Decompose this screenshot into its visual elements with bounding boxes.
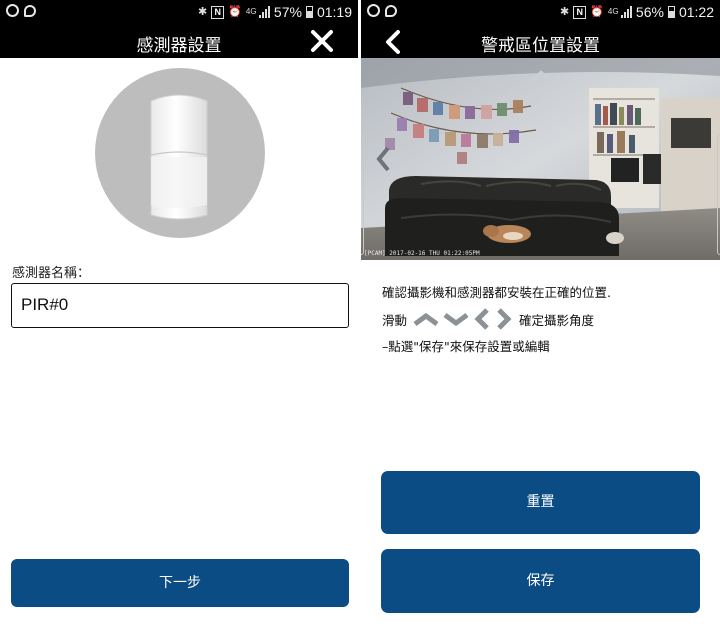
clock: 01:19 — [316, 4, 352, 20]
notification-app-icon — [367, 4, 380, 17]
battery-percent: 57% — [273, 4, 302, 20]
notification-chat-icon — [24, 4, 36, 17]
network-type: 4G — [245, 7, 257, 16]
chevron-left-icon — [474, 308, 489, 330]
instruction-line-1: 確認攝影機和感測器都安裝在正確的位置. — [382, 285, 611, 300]
battery-percent: 56% — [635, 4, 664, 20]
nfc-icon: N — [211, 5, 225, 19]
notification-app-icon — [6, 4, 19, 17]
left-edge-handle — [361, 135, 364, 255]
page-title: 警戒區位置設置 — [481, 36, 600, 56]
title-bar: 警戒區位置設置 — [361, 26, 720, 58]
alarm-icon: ⏰ — [590, 6, 604, 18]
instruction-line-2: 滑動 確定攝影角度 — [382, 308, 594, 330]
clock: 01:22 — [678, 4, 714, 20]
close-icon[interactable] — [309, 28, 335, 54]
camera-scene-image — [361, 58, 720, 260]
signal-icon — [620, 6, 632, 18]
instruction-line-3: –點選"保存"來保存設置或編輯 — [382, 339, 550, 354]
sensor-name-input[interactable]: PIR#0 — [11, 283, 349, 328]
battery-icon — [667, 6, 675, 18]
status-bar: ✱ N ⏰ 4G 57% 01:19 — [0, 0, 358, 26]
alarm-icon: ⏰ — [228, 6, 242, 18]
pan-up-arrow-icon[interactable] — [528, 70, 554, 84]
bluetooth-icon: ✱ — [560, 6, 570, 18]
nfc-icon: N — [573, 5, 587, 19]
bluetooth-icon: ✱ — [198, 6, 208, 18]
reset-button[interactable]: 重置 — [381, 471, 700, 534]
instruction-2-prefix: 滑動 — [382, 312, 408, 328]
save-button[interactable]: 保存 — [381, 549, 700, 613]
status-bar: ✱ N ⏰ 4G 56% 01:22 — [361, 0, 720, 26]
pan-left-arrow-icon[interactable] — [375, 146, 391, 172]
sensor-name-label: 感測器名稱： — [12, 266, 91, 281]
notification-chat-icon — [385, 4, 397, 17]
sensor-setup-screen: ✱ N ⏰ 4G 57% 01:19 感測器設置 感測器名稱： PIR#0 下一… — [0, 0, 358, 638]
page-title: 感測器設置 — [136, 36, 222, 56]
chevron-up-icon — [413, 312, 439, 326]
chevron-down-icon — [443, 312, 469, 326]
title-bar: 感測器設置 — [0, 26, 358, 58]
instruction-2-suffix: 確定攝影角度 — [519, 312, 595, 328]
chevron-right-icon — [497, 308, 512, 330]
zone-setup-screen: ✱ N ⏰ 4G 56% 01:22 警戒區位置設置 [PCAM] 2017-0… — [361, 0, 720, 638]
camera-live-view[interactable]: [PCAM] 2017-02-16 THU 01:22:05PM — [361, 58, 720, 260]
battery-icon — [305, 6, 313, 18]
signal-icon — [258, 6, 270, 18]
camera-timestamp: [PCAM] 2017-02-16 THU 01:22:05PM — [364, 250, 480, 257]
next-button[interactable]: 下一步 — [11, 559, 349, 607]
pir-sensor-image — [150, 94, 208, 220]
network-type: 4G — [607, 7, 619, 16]
